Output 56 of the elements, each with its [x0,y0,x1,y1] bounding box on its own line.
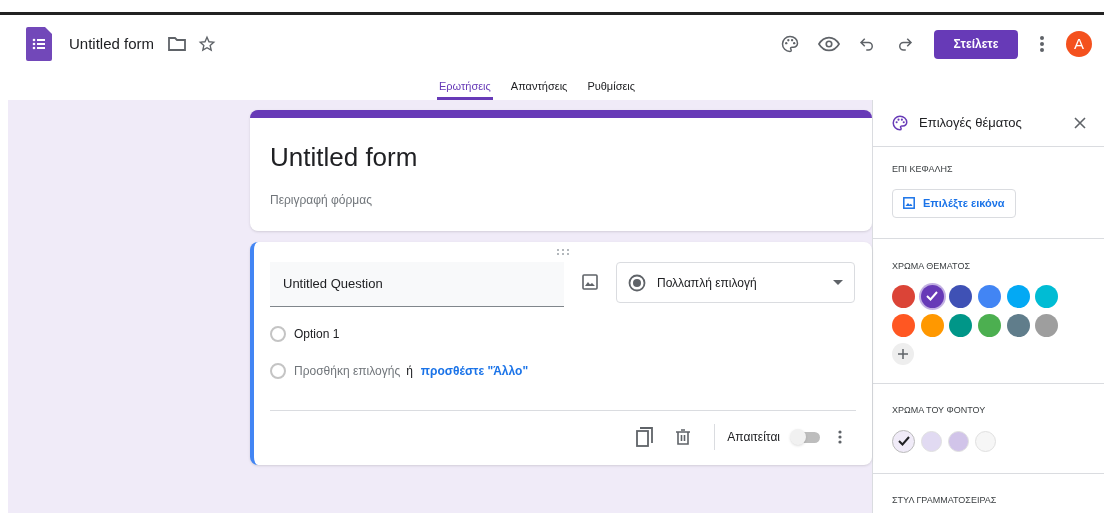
color-swatch[interactable] [920,313,944,337]
tab[interactable]: Ρυθμίσεις [585,73,638,100]
drag-handle-icon[interactable] [556,248,570,256]
trash-icon[interactable] [676,428,691,445]
caret-icon [833,280,843,285]
tab[interactable]: Απαντήσεις [508,73,570,100]
color-swatch[interactable] [949,284,973,308]
folder-icon[interactable] [168,36,187,52]
or-text: ή [406,363,413,380]
color-swatch[interactable] [892,313,915,337]
section-label: ΕΠΙ ΚΕΦΑΛΗΣ [892,163,954,176]
add-color-button[interactable] [892,342,914,365]
section-label: ΣΤΥΛ ΓΡΑΜΜΑΤΟΣΕΙΡΑΣ [892,494,998,507]
required-label: Απαιτείται [727,428,780,446]
copy-icon[interactable] [636,426,655,447]
color-swatch[interactable] [1006,313,1030,337]
plus-icon [898,348,908,359]
question-type-dropdown[interactable]: Πολλαπλή επιλογή [616,262,855,303]
form-description[interactable]: Περιγραφή φόρμας [270,191,852,209]
required-toggle[interactable] [790,428,820,445]
color-swatch[interactable] [978,284,1001,308]
close-icon[interactable] [1074,117,1086,129]
color-swatch[interactable] [920,284,944,308]
radio-selected-icon [628,273,646,292]
color-swatch[interactable] [1035,313,1059,337]
panel-title: Επιλογές θέματος [919,114,1023,133]
choose-image-button[interactable]: Επιλέξτε εικόνα [892,188,1016,218]
image-icon[interactable] [582,274,598,290]
eye-icon[interactable] [818,36,840,52]
color-swatch[interactable] [975,430,996,452]
more-icon[interactable] [838,429,842,444]
color-swatch[interactable] [948,430,969,452]
more-icon[interactable] [1040,36,1044,52]
redo-icon[interactable] [896,35,914,53]
form-title[interactable]: Untitled form [270,138,852,177]
section-label: ΧΡΩΜΑ ΘΕΜΑΤΟΣ [892,260,971,273]
color-swatch[interactable] [921,430,942,452]
color-swatch[interactable] [949,313,973,337]
star-icon[interactable] [198,35,217,53]
color-swatch[interactable] [978,313,1001,337]
undo-icon[interactable] [858,35,876,53]
send-button[interactable]: Στείλετε [934,29,1018,59]
question-title-field[interactable]: Untitled Question [270,262,564,307]
option-text[interactable]: Option 1 [294,325,340,343]
color-swatch[interactable] [1006,284,1030,308]
color-swatch[interactable] [892,429,915,453]
add-other-link[interactable]: προσθέστε "Άλλο" [420,362,529,380]
image-icon [903,197,915,209]
color-swatch[interactable] [892,284,915,308]
forms-logo-icon[interactable] [26,27,52,61]
section-label: ΧΡΩΜΑ ΤΟΥ ΦΟΝΤΟΥ [892,404,987,417]
add-option-text[interactable]: Προσθήκη επιλογής [294,362,401,380]
palette-icon [891,114,909,132]
document-title[interactable]: Untitled form [69,32,155,56]
palette-icon[interactable] [780,34,800,54]
color-swatch[interactable] [1035,284,1059,308]
